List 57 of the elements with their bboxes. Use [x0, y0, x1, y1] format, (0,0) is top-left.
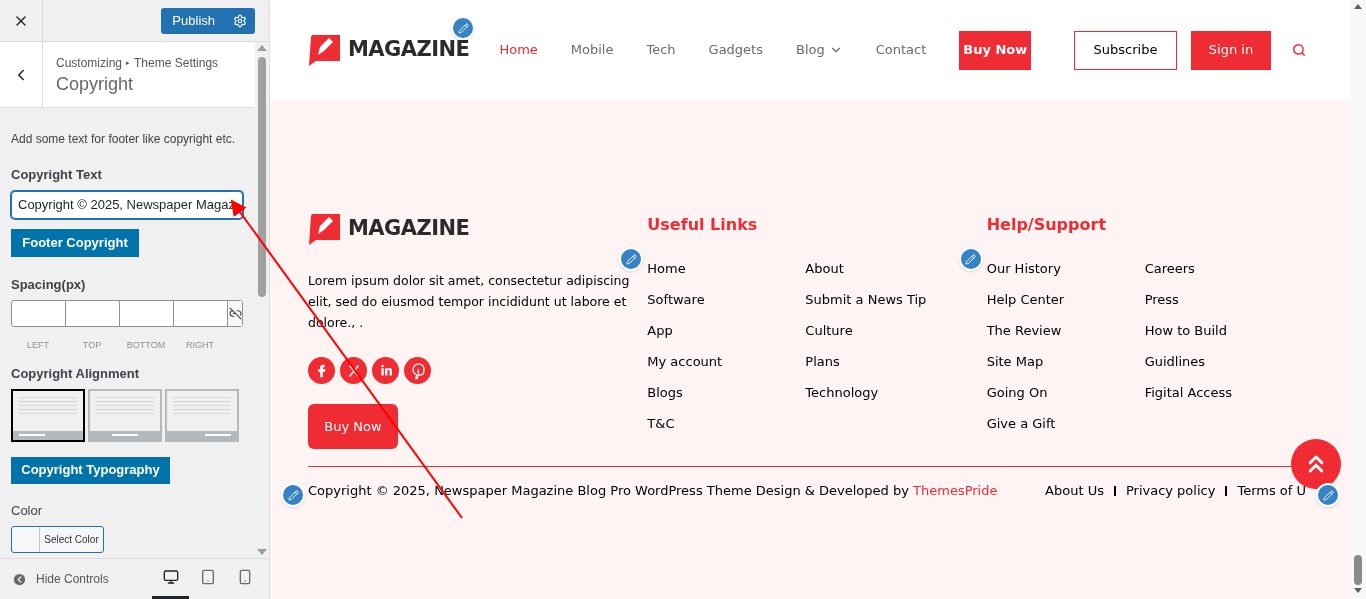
footer-link[interactable]: Press [1144, 290, 1179, 310]
footer-bottom-link[interactable]: Privacy policy [1125, 481, 1216, 501]
breadcrumb-item: Theme Settings [134, 55, 219, 72]
footer-link[interactable]: Home [647, 259, 686, 279]
credit-link[interactable]: ThemesPride [913, 483, 998, 498]
footer-link[interactable]: How to Build [1144, 321, 1227, 341]
nav-link[interactable]: Blog [796, 40, 843, 60]
footer-link[interactable]: Technology [805, 383, 879, 403]
logo-text: MAGAZINE [348, 36, 470, 64]
footer-link[interactable]: Figital Access [1144, 383, 1232, 403]
hide-controls-button[interactable]: Hide Controls [12, 570, 109, 588]
field-label: Copyright Alignment [11, 365, 141, 383]
nav-link[interactable]: Gadgets [708, 40, 763, 60]
buy-now-button[interactable]: Buy Now [959, 30, 1032, 70]
footer-link[interactable]: The Review [986, 321, 1062, 341]
footer-link[interactable]: T&C [647, 414, 675, 434]
copyright-typography-button[interactable]: Copyright Typography [11, 456, 170, 484]
footer-link[interactable]: Software [647, 290, 705, 310]
nav-link[interactable]: Contact [875, 40, 927, 60]
footer-link[interactable]: Going On [986, 383, 1048, 403]
nav-link[interactable]: Tech [646, 40, 676, 60]
spacing-side-label: BOTTOM [126, 340, 166, 350]
footer-link[interactable]: App [647, 321, 673, 341]
footer-link[interactable]: Careers [1144, 259, 1195, 279]
footer-link[interactable]: Blogs [647, 383, 683, 403]
logo-text: MAGAZINE [348, 215, 470, 243]
footer-link[interactable]: Culture [805, 321, 853, 341]
nav-link[interactable]: Mobile [570, 40, 614, 60]
footer-link[interactable]: Site Map [986, 352, 1044, 372]
footer-link[interactable]: Plans [805, 352, 840, 372]
field-label: Spacing(px) [11, 275, 87, 294]
footer-link[interactable]: My account [647, 352, 723, 372]
footer-bottom-link[interactable]: Terms of U [1237, 481, 1306, 501]
footer-link[interactable]: Help Center [986, 290, 1065, 310]
subscribe-button[interactable]: Subscribe [1074, 30, 1177, 70]
footer-buy-now-button[interactable]: Buy Now [308, 404, 398, 449]
footer-link[interactable]: Our History [986, 259, 1061, 279]
footer-column-heading: Useful Links [647, 214, 759, 236]
footer-link[interactable]: About [805, 259, 844, 279]
sign-in-button[interactable]: Sign in [1191, 30, 1271, 70]
section-title: Copyright [56, 73, 135, 96]
field-label: Copyright Text [11, 166, 103, 184]
spacing-side-label: LEFT [27, 340, 49, 350]
breadcrumb-item: Customizing [56, 55, 123, 72]
nav-link[interactable]: Home [499, 40, 538, 60]
field-label: Color [11, 501, 44, 520]
footer-bottom-link[interactable]: About Us [1045, 481, 1104, 501]
footer-column-heading: Help/Support [986, 214, 1108, 236]
footer-link[interactable]: Submit a News Tip [805, 290, 927, 310]
color-picker-button[interactable]: Select Color [11, 526, 104, 553]
section-description: Add some text for footer like copyright etc. [11, 131, 237, 148]
publish-button[interactable]: Publish [161, 7, 255, 34]
footer-copyright-button[interactable]: Footer Copyright [11, 228, 139, 257]
footer-link[interactable]: Guidlines [1144, 352, 1206, 372]
spacing-side-label: RIGHT [186, 340, 214, 350]
spacing-side-label: TOP [82, 340, 102, 350]
footer-link[interactable]: Give a Gift [986, 414, 1056, 434]
